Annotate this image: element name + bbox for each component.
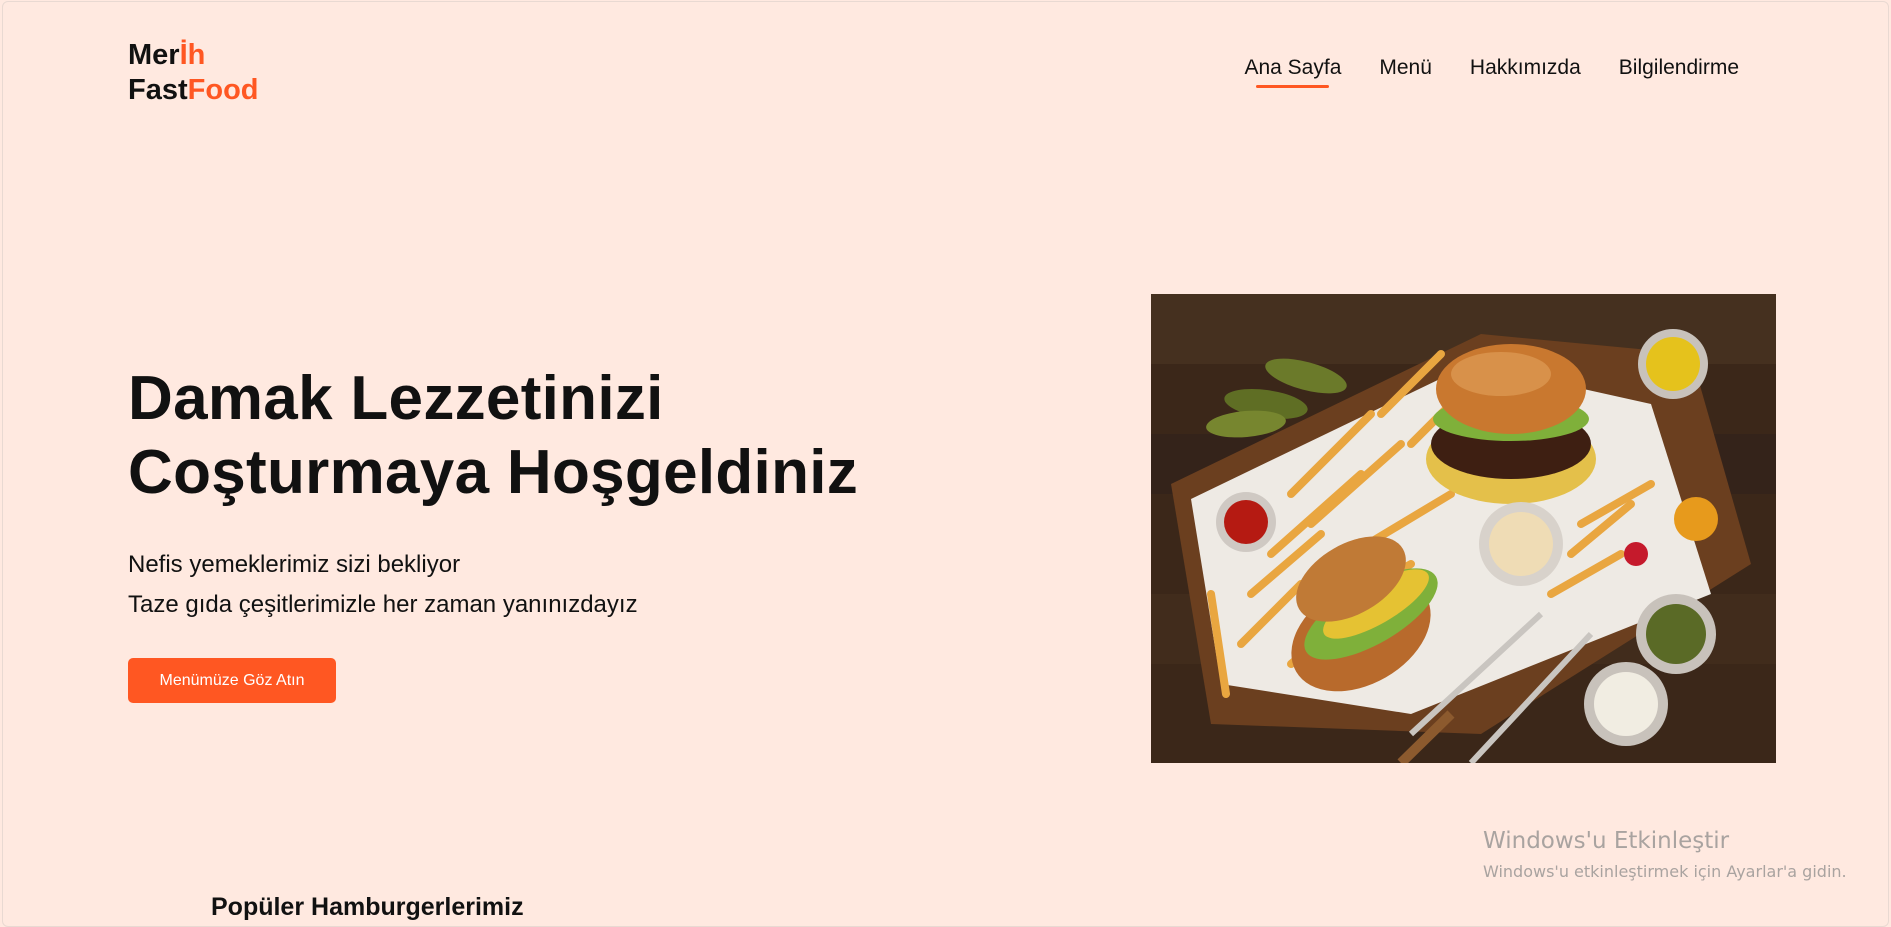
nav-link-home[interactable]: Ana Sayfa bbox=[1244, 56, 1341, 88]
nav-link-info[interactable]: Bilgilendirme bbox=[1619, 56, 1739, 80]
nav-link-about[interactable]: Hakkımızda bbox=[1470, 56, 1581, 80]
windows-activation-watermark: Windows'u Etkinleştir Windows'u etkinleş… bbox=[1483, 828, 1847, 881]
main-nav: Ana Sayfa Menü Hakkımızda Bilgilendirme bbox=[1244, 56, 1739, 88]
popular-burgers-heading: Popüler Hamburgerlerimiz bbox=[211, 893, 524, 921]
logo-accent-text: İh bbox=[179, 39, 206, 71]
hero-food-image bbox=[1151, 294, 1776, 763]
hero-title-line-1: Damak Lezzetinizi bbox=[128, 364, 664, 433]
watermark-subtitle: Windows'u etkinleştirmek için Ayarlar'a … bbox=[1483, 862, 1847, 881]
logo-text: Fast bbox=[128, 74, 188, 106]
nav-link-menu[interactable]: Menü bbox=[1379, 56, 1432, 80]
logo-text: Mer bbox=[128, 39, 180, 71]
hero-title-line-2: Coşturmaya Hoşgeldiniz bbox=[128, 438, 859, 507]
hero-subtitle-line-1: Nefis yemeklerimiz sizi bekliyor bbox=[128, 551, 461, 578]
hero-title: Damak Lezzetinizi Coşturmaya Hoşgeldiniz bbox=[128, 362, 858, 510]
hero-subtitle: Nefis yemeklerimiz sizi bekliyor Taze gı… bbox=[128, 545, 638, 625]
brand-logo[interactable]: Merİh FastFood bbox=[128, 38, 259, 108]
watermark-title: Windows'u Etkinleştir bbox=[1483, 828, 1730, 854]
logo-line-2: FastFood bbox=[128, 73, 259, 108]
logo-accent-text: Food bbox=[187, 74, 259, 106]
burger-fries-photo-icon bbox=[1151, 294, 1776, 763]
logo-line-1: Merİh bbox=[128, 38, 259, 73]
menu-cta-button[interactable]: Menümüze Göz Atın bbox=[128, 658, 336, 703]
hero-subtitle-line-2: Taze gıda çeşitlerimizle her zaman yanın… bbox=[128, 591, 638, 618]
